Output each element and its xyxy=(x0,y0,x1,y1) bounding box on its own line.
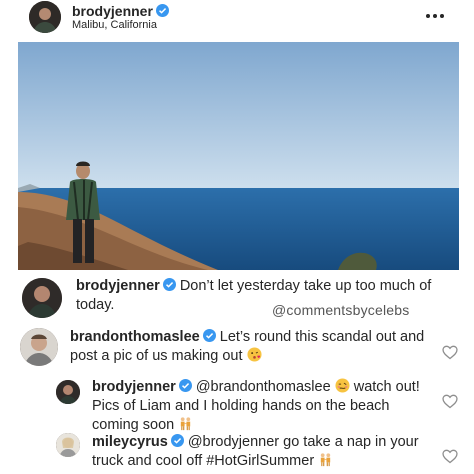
post-header: brodyjenner Malibu, California xyxy=(0,0,474,38)
avatar[interactable] xyxy=(20,328,58,366)
verified-badge-icon xyxy=(178,379,192,392)
post-location[interactable]: Malibu, California xyxy=(72,19,157,31)
comment-username[interactable]: brodyjenner xyxy=(76,278,160,294)
comment-username[interactable]: brodyjenner xyxy=(92,379,176,395)
verified-badge-icon xyxy=(156,4,169,17)
more-options-icon[interactable] xyxy=(424,8,446,18)
verified-badge-icon xyxy=(162,278,176,291)
post-photo[interactable] xyxy=(18,42,459,270)
two-women-holding-hands-icon xyxy=(178,416,193,431)
mention-link[interactable]: @brandonthomaslee xyxy=(196,379,331,395)
post-author-username[interactable]: brodyjenner xyxy=(72,3,153,19)
like-comment-heart-icon[interactable] xyxy=(442,449,458,464)
comment: brandonthomaslee Let’s round this scanda… xyxy=(70,328,430,366)
watermark: @commentsbycelebs xyxy=(272,302,410,318)
woozy-face-icon xyxy=(335,378,350,393)
verified-badge-icon xyxy=(170,434,184,447)
avatar[interactable] xyxy=(56,380,80,404)
avatar[interactable] xyxy=(56,433,80,457)
kissing-face-icon xyxy=(247,347,262,362)
comment-reply: mileycyrus @brodyjenner go take a nap in… xyxy=(92,433,427,471)
avatar[interactable] xyxy=(22,278,62,318)
verified-badge-icon xyxy=(202,329,216,342)
like-comment-heart-icon[interactable] xyxy=(442,394,458,409)
avatar[interactable] xyxy=(29,1,61,33)
comment-username[interactable]: mileycyrus xyxy=(92,434,168,450)
comment-reply: brodyjenner @brandonthomaslee watch out!… xyxy=(92,378,427,435)
two-women-holding-hands-icon xyxy=(318,452,333,467)
comment-username[interactable]: brandonthomaslee xyxy=(70,329,200,345)
like-comment-heart-icon[interactable] xyxy=(442,345,458,360)
